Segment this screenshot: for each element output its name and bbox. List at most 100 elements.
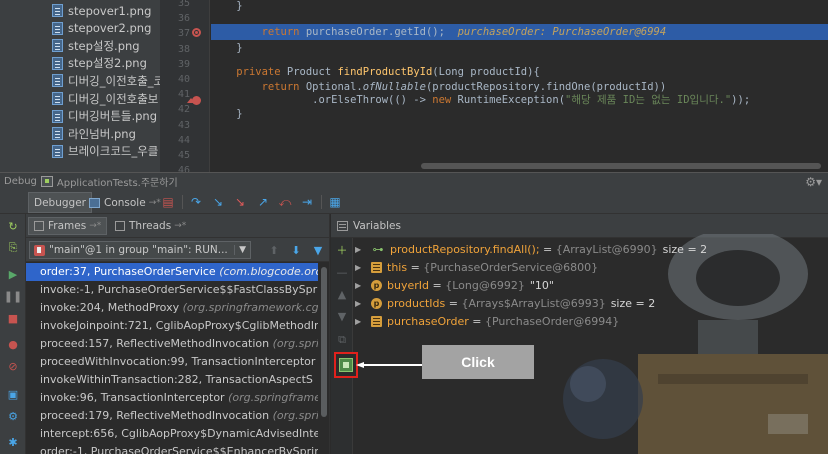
drop-frame-icon[interactable]: ⤺ — [277, 194, 293, 210]
tab-console[interactable]: Console →* — [84, 192, 166, 213]
file-tree-item[interactable]: step설정.png — [52, 37, 140, 54]
stack-frame-row[interactable]: proceed:157, ReflectiveMethodInvocation … — [26, 335, 318, 353]
stack-frame-row[interactable]: intercept:656, CglibAopProxy$DynamicAdvi… — [26, 425, 318, 443]
code-editor[interactable]: } return purchaseOrder.getId(); purchase… — [211, 0, 828, 160]
stack-frame-row[interactable]: proceedWithInvocation:99, TransactionInt… — [26, 353, 318, 371]
stack-frame-row[interactable]: invoke:96, TransactionInterceptor (org.s… — [26, 389, 318, 407]
move-up-icon[interactable]: ▲ — [334, 286, 350, 302]
image-file-icon — [52, 144, 63, 158]
arrow-down-icon[interactable]: ⬇ — [290, 244, 302, 257]
frames-icon — [34, 221, 44, 231]
file-name: 브레이크코드_우클 — [68, 144, 159, 159]
step-over-icon[interactable]: ↷ — [188, 194, 204, 210]
file-tree-item[interactable]: stepover1.png — [52, 2, 151, 19]
expand-arrow-icon[interactable]: ▶ — [355, 263, 365, 272]
file-tree-item[interactable]: 디버깅_이전호출보 — [52, 90, 158, 107]
step-out-icon[interactable]: ↗ — [255, 194, 271, 210]
evaluate-expression-icon[interactable]: ▦ — [327, 194, 343, 210]
variable-row[interactable]: ▶ purchaseOrder = {PurchaseOrder@6994} — [355, 312, 619, 330]
thread-selector-row: "main"@1 in group "main": RUN... ▼ ⬆ ⬇ ▼ — [26, 238, 329, 262]
filter-icon[interactable]: ▼ — [312, 244, 324, 257]
stack-frame-method: order:-1, PurchaseOrderService$$Enhancer… — [40, 445, 318, 454]
stop-icon[interactable]: ■ — [5, 310, 21, 326]
restore-layout-icon[interactable]: ⚙ — [5, 408, 21, 424]
console-icon — [89, 197, 100, 208]
variable-value: {Arrays$ArrayList@6993} — [461, 296, 606, 310]
run-config-icon — [40, 176, 53, 187]
file-name: 디버깅_이전호출보 — [68, 91, 159, 106]
stack-frame-row[interactable]: invokeJoinpoint:721, CglibAopProxy$Cglib… — [26, 317, 318, 335]
stack-frame-row[interactable]: invoke:-1, PurchaseOrderService$$FastCla… — [26, 281, 318, 299]
code-line-43: } — [236, 108, 243, 120]
variable-row[interactable]: ▶ this = {PurchaseOrderService@6800} — [355, 258, 598, 276]
stack-frame-method: invoke:204, MethodProxy — [40, 301, 180, 314]
chevron-down-icon: ▼ — [234, 245, 246, 255]
stack-frame-row[interactable]: order:37, PurchaseOrderService (com.blog… — [26, 263, 318, 281]
editor-horizontal-scrollbar[interactable] — [211, 160, 828, 172]
modify-run-icon[interactable]: ⎘ — [5, 240, 21, 256]
file-tree-item[interactable]: 디버깅_이전호출_코 — [52, 72, 160, 89]
mute-breakpoints-icon[interactable]: ⊘ — [5, 358, 21, 374]
expand-arrow-icon[interactable]: ▶ — [355, 317, 365, 326]
expand-arrow-icon[interactable]: ▶ — [355, 281, 365, 290]
variable-row[interactable]: ▶ p productIds = {Arrays$ArrayList@6993} si… — [355, 294, 655, 312]
variables-side-toolbar: ＋ — ▲ ▼ ⧉ — [331, 238, 353, 454]
tab-frames[interactable]: Frames →* — [28, 217, 108, 235]
force-step-into-icon[interactable]: ↘ — [232, 194, 248, 210]
settings-icon[interactable]: ✱ — [5, 434, 21, 450]
tab-debugger[interactable]: Debugger — [28, 192, 92, 213]
stack-frame-method: proceed:157, ReflectiveMethodInvocation — [40, 337, 270, 350]
remove-watch-icon[interactable]: — — [334, 264, 350, 280]
threads-icon — [115, 221, 125, 231]
stack-frame-method: invoke:-1, PurchaseOrderService$$FastCla… — [40, 283, 318, 296]
stack-frame-row[interactable]: invoke:204, MethodProxy (org.springframe… — [26, 299, 318, 317]
variable-row[interactable]: ▶ ⊶ productRepository.findAll(); = {ArrayL… — [355, 240, 707, 258]
arrow-up-icon[interactable]: ⬆ — [268, 244, 280, 257]
watch-icon: ⊶ — [372, 242, 384, 256]
new-watch-icon[interactable]: ＋ — [334, 242, 350, 258]
breakpoint-override-icon[interactable] — [187, 96, 201, 105]
breakpoint-icon[interactable] — [192, 28, 201, 37]
project-file-tree: stepover1.png stepover2.png step설정.png step… — [0, 0, 160, 172]
stack-frame-row[interactable]: invokeWithinTransaction:282, Transaction… — [26, 371, 318, 389]
stack-frame-package: (org.springframe — [228, 391, 318, 404]
tab-threads[interactable]: Threads →* — [110, 217, 191, 235]
stack-frame-row[interactable]: order:-1, PurchaseOrderService$$Enhancer… — [26, 443, 318, 454]
thread-suspended-icon — [34, 244, 45, 256]
stack-frame-method: invokeWithinTransaction:282, Transaction… — [40, 373, 313, 386]
stack-frame-row[interactable]: proceed:179, ReflectiveMethodInvocation … — [26, 407, 318, 425]
line-number: 46 — [177, 165, 190, 172]
file-tree-item[interactable]: 라인넘버.png — [52, 125, 136, 142]
stack-frame-method: invoke:96, TransactionInterceptor — [40, 391, 225, 404]
file-tree-item[interactable]: stepover2.png — [52, 20, 151, 37]
show-execution-point-icon[interactable]: ▤ — [160, 194, 176, 210]
variable-extra: size = 2 — [662, 242, 708, 256]
code-line-38: } — [236, 42, 243, 54]
view-breakpoints-icon[interactable]: ● — [5, 336, 21, 352]
line-number: 36 — [177, 13, 190, 25]
expand-arrow-icon[interactable]: ▶ — [355, 299, 365, 308]
file-tree-item[interactable]: 디버깅버튼들.png — [52, 108, 157, 125]
variable-value: {Long@6992} — [445, 278, 525, 292]
duplicate-watch-icon[interactable]: ⧉ — [334, 332, 350, 348]
watches-toggle-icon[interactable] — [339, 358, 353, 372]
frame-list-scrollbar[interactable] — [320, 263, 328, 454]
field-icon — [371, 261, 382, 273]
rerun-icon[interactable]: ↻ — [5, 218, 21, 234]
file-tree-item[interactable]: step설정2.png — [52, 55, 147, 72]
step-into-icon[interactable]: ↘ — [210, 194, 226, 210]
run-to-cursor-icon[interactable]: ⇥ — [299, 194, 315, 210]
pause-icon[interactable]: ❚❚ — [4, 288, 22, 304]
get-thread-dump-icon[interactable]: ▣ — [5, 386, 21, 402]
expand-arrow-icon[interactable]: ▶ — [355, 245, 365, 254]
gear-icon[interactable]: ⚙▾ — [805, 173, 822, 191]
frames-panel: Frames →* Threads →* "main"@1 in group "ma… — [26, 214, 330, 454]
file-tree-item[interactable]: 브레이크코드_우클 — [52, 143, 158, 160]
thread-select[interactable]: "main"@1 in group "main": RUN... ▼ — [29, 241, 251, 259]
variable-equals: = — [468, 314, 485, 328]
resume-icon[interactable]: ▶ — [5, 266, 21, 282]
image-file-icon — [52, 92, 63, 105]
variable-row[interactable]: ▶ p buyerId = {Long@6992} "10" — [355, 276, 554, 294]
move-down-icon[interactable]: ▼ — [334, 308, 350, 324]
debug-toolbar: Debugger Console →* ▤ ↷ ↘ ↘ ↗ ⤺ ⇥ ▦ — [0, 190, 828, 214]
